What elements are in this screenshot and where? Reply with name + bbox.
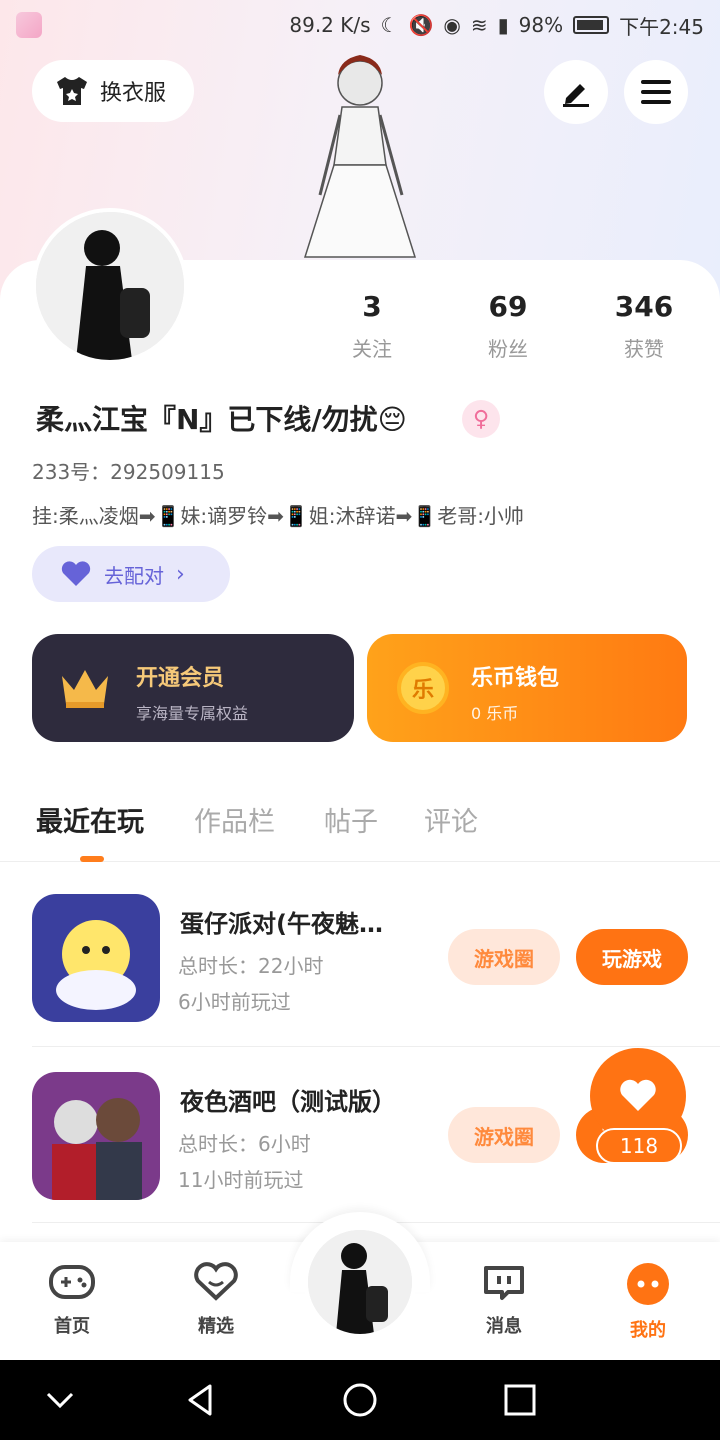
clock: 下午2:45 bbox=[619, 14, 704, 39]
stat-likes[interactable]: 346 获赞 bbox=[594, 290, 694, 362]
coin-icon: 乐 bbox=[397, 662, 449, 714]
tab-recent-play[interactable]: 最近在玩 bbox=[36, 800, 144, 839]
status-bar: 89.2 K/s ☾ 🔇 ◉ ≋ ▮ 98% 下午2:45 bbox=[0, 0, 720, 50]
change-outfit-button[interactable]: 换衣服 bbox=[32, 60, 194, 122]
pen-icon bbox=[563, 84, 589, 107]
following-count: 3 bbox=[362, 290, 382, 323]
tab-comments[interactable]: 评论 bbox=[424, 800, 478, 839]
chevron-right-icon: › bbox=[176, 561, 185, 587]
nav-messages[interactable]: 消息 bbox=[459, 1262, 549, 1338]
me-icon bbox=[627, 1263, 669, 1305]
wallet-card[interactable]: 乐 乐币钱包 0 乐币 bbox=[367, 634, 687, 742]
game-last-played: 6小时前玩过 bbox=[178, 990, 291, 1014]
game-circle-button[interactable]: 游戏圈 bbox=[448, 929, 560, 985]
collapse-icon[interactable] bbox=[40, 1380, 80, 1420]
bio: 挂:柔灬凌烟➡📱妹:谪罗铃➡📱姐:沐辞诺➡📱老哥:小帅 bbox=[32, 504, 524, 528]
menu-button[interactable] bbox=[624, 60, 688, 124]
nav-messages-label: 消息 bbox=[486, 1316, 522, 1337]
edit-profile-button[interactable] bbox=[544, 60, 608, 124]
wallet-subtitle: 0 乐币 bbox=[471, 704, 519, 723]
vip-card[interactable]: 开通会员 享海量专属权益 bbox=[32, 634, 354, 742]
heart-outline-icon bbox=[194, 1262, 238, 1301]
user-id: 233号：292509115 bbox=[32, 460, 225, 484]
game-duration: 总时长：6小时 bbox=[178, 1132, 311, 1156]
avatar[interactable] bbox=[32, 208, 188, 364]
username: 柔灬江宝『N』已下线/勿扰😔 bbox=[36, 403, 407, 436]
profile-tabs: 最近在玩 作品栏 帖子 评论 bbox=[0, 790, 720, 862]
match-label: 去配对 bbox=[104, 563, 164, 588]
game-title: 蛋仔派对(午夜魅… bbox=[180, 910, 383, 938]
crown-icon bbox=[62, 670, 108, 708]
night-bar-icon bbox=[32, 1072, 160, 1200]
nav-me-label: 我的 bbox=[630, 1320, 666, 1341]
back-icon[interactable] bbox=[180, 1380, 220, 1420]
avatar-silhouette-icon bbox=[36, 212, 184, 360]
nav-featured-label: 精选 bbox=[198, 1316, 234, 1337]
shirt-icon bbox=[57, 77, 87, 105]
followers-count: 69 bbox=[488, 290, 528, 323]
recents-icon[interactable] bbox=[500, 1380, 540, 1420]
game-last-played: 11小时前玩过 bbox=[178, 1168, 304, 1192]
match-button[interactable]: 去配对 › bbox=[32, 546, 230, 602]
app-notification-icon bbox=[16, 12, 42, 38]
menu-icon bbox=[641, 80, 671, 104]
nav-home-label: 首页 bbox=[54, 1316, 90, 1337]
tab-posts[interactable]: 帖子 bbox=[324, 800, 378, 839]
play-game-button[interactable]: 玩游戏 bbox=[576, 929, 688, 985]
battery-percent: 98% bbox=[518, 13, 564, 37]
game-thumbnail[interactable] bbox=[32, 894, 160, 1022]
list-item[interactable]: 蛋仔派对(午夜魅… 总时长：22小时 6小时前玩过 游戏圈 玩游戏 bbox=[32, 862, 720, 1038]
moon-icon: ☾ bbox=[380, 13, 399, 37]
nav-me[interactable]: 我的 bbox=[603, 1262, 693, 1342]
stat-following[interactable]: 3 关注 bbox=[322, 290, 422, 362]
heart-icon bbox=[620, 1079, 656, 1111]
stat-followers[interactable]: 69 粉丝 bbox=[458, 290, 558, 362]
vip-subtitle: 享海量专属权益 bbox=[136, 704, 249, 723]
followers-label: 粉丝 bbox=[488, 337, 528, 361]
nav-home[interactable]: 首页 bbox=[27, 1262, 117, 1338]
nav-featured[interactable]: 精选 bbox=[171, 1262, 261, 1338]
female-icon: ♀ bbox=[462, 400, 500, 438]
egg-party-icon bbox=[32, 894, 160, 1022]
change-outfit-label: 换衣服 bbox=[100, 81, 167, 106]
wifi-icon: ≋ bbox=[470, 13, 488, 37]
avatar-character-figure[interactable] bbox=[290, 45, 430, 260]
game-duration: 总时长：22小时 bbox=[178, 954, 324, 978]
game-circle-button[interactable]: 游戏圈 bbox=[448, 1107, 560, 1163]
heart-icon bbox=[61, 561, 91, 586]
wallet-title: 乐币钱包 bbox=[471, 666, 560, 691]
system-navigation-bar bbox=[0, 1360, 720, 1440]
game-title: 夜色酒吧（测试版） bbox=[180, 1088, 396, 1116]
avatar-silhouette-icon bbox=[308, 1230, 412, 1334]
signal-icon: ▮ bbox=[497, 13, 509, 37]
tab-works[interactable]: 作品栏 bbox=[194, 800, 275, 839]
network-speed: 89.2 K/s bbox=[289, 13, 371, 37]
mute-icon: 🔇 bbox=[408, 13, 434, 37]
gamepad-icon bbox=[49, 1265, 95, 1299]
following-label: 关注 bbox=[352, 337, 392, 361]
home-icon[interactable] bbox=[340, 1380, 380, 1420]
eye-icon: ◉ bbox=[443, 13, 461, 37]
likes-count: 346 bbox=[614, 290, 674, 323]
chat-icon bbox=[484, 1266, 524, 1300]
center-avatar-button[interactable] bbox=[304, 1226, 416, 1338]
battery-icon bbox=[573, 16, 610, 34]
likes-label: 获赞 bbox=[624, 337, 664, 361]
vip-title: 开通会员 bbox=[136, 666, 225, 691]
like-count: 118 bbox=[596, 1128, 682, 1164]
game-thumbnail[interactable] bbox=[32, 1072, 160, 1200]
